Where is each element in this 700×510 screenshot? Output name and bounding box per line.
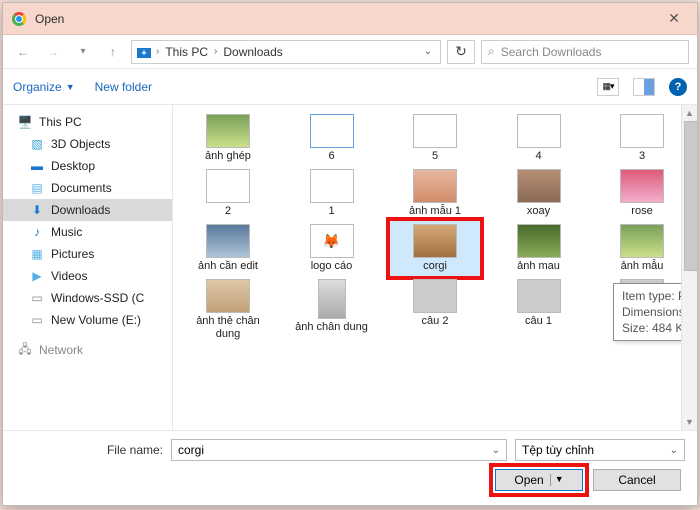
- filename-input[interactable]: corgi ⌄: [171, 439, 507, 461]
- file-item[interactable]: ảnh thẻ chân dung: [183, 276, 273, 344]
- videos-icon: ▶: [29, 268, 45, 284]
- downloads-icon: ⬇: [29, 202, 45, 218]
- open-button[interactable]: Open▼: [495, 469, 583, 491]
- file-item[interactable]: 2: [183, 166, 273, 221]
- nav-back-button[interactable]: ←: [11, 40, 35, 64]
- file-item[interactable]: ảnh mẫu 1: [390, 166, 480, 221]
- tree-item-music[interactable]: ♪Music: [3, 221, 172, 243]
- cancel-button[interactable]: Cancel: [593, 469, 681, 491]
- dialog-body: 🖥️This PC ▧3D Objects ▬Desktop ▤Document…: [3, 105, 697, 430]
- scroll-down-icon[interactable]: ▼: [682, 414, 697, 430]
- tree-item-videos[interactable]: ▶Videos: [3, 265, 172, 287]
- search-icon: ⌕: [488, 44, 495, 59]
- organize-menu[interactable]: Organize▼: [13, 80, 75, 94]
- chevron-down-icon[interactable]: ⌄: [670, 445, 678, 456]
- tree-item-this-pc[interactable]: 🖥️This PC: [3, 111, 172, 133]
- file-item[interactable]: ảnh chân dung: [287, 276, 377, 344]
- dialog-title: Open: [35, 12, 64, 26]
- drive-icon: ▭: [29, 312, 45, 328]
- close-button[interactable]: ✕: [651, 3, 697, 35]
- titlebar: Open ✕: [3, 3, 697, 35]
- file-list: ảnh ghép 6 5 4 3 2 1 ảnh mẫu 1 xoay rose…: [173, 105, 697, 430]
- cube-icon: ▧: [29, 136, 45, 152]
- breadcrumb[interactable]: › This PC › Downloads ⌄: [131, 40, 441, 64]
- documents-icon: ▤: [29, 180, 45, 196]
- file-item[interactable]: 5: [390, 111, 480, 166]
- search-input[interactable]: ⌕ Search Downloads: [481, 40, 689, 64]
- chevron-icon: ›: [212, 46, 219, 57]
- breadcrumb-seg[interactable]: This PC: [163, 45, 210, 59]
- music-icon: ♪: [29, 224, 45, 240]
- pc-icon: 🖥️: [17, 114, 33, 130]
- tree-item-network[interactable]: 🖧Network: [3, 339, 172, 361]
- tree-item-documents[interactable]: ▤Documents: [3, 177, 172, 199]
- scroll-up-icon[interactable]: ▲: [682, 105, 697, 121]
- dialog-footer: File name: corgi ⌄ Tệp tùy chỉnh ⌄ Open▼…: [3, 430, 697, 505]
- file-type-filter[interactable]: Tệp tùy chỉnh ⌄: [515, 439, 685, 461]
- file-item[interactable]: xoay: [494, 166, 584, 221]
- filename-label: File name:: [15, 443, 163, 457]
- file-item[interactable]: 1: [287, 166, 377, 221]
- tree-item-downloads[interactable]: ⬇Downloads: [3, 199, 172, 221]
- tree-item-drive-c[interactable]: ▭Windows-SSD (C: [3, 287, 172, 309]
- file-item[interactable]: câu 1: [494, 276, 584, 344]
- tree-item-desktop[interactable]: ▬Desktop: [3, 155, 172, 177]
- network-icon: 🖧: [17, 342, 33, 358]
- tree-item-pictures[interactable]: ▦Pictures: [3, 243, 172, 265]
- vertical-scrollbar[interactable]: ▲ ▼: [681, 105, 697, 430]
- help-button[interactable]: ?: [669, 78, 687, 96]
- file-item[interactable]: ảnh cần edit: [183, 221, 273, 276]
- file-item[interactable]: ảnh ghép: [183, 111, 273, 166]
- address-bar: ← → ▾ ↑ › This PC › Downloads ⌄ ↻ ⌕ Sear…: [3, 35, 697, 69]
- nav-tree: 🖥️This PC ▧3D Objects ▬Desktop ▤Document…: [3, 105, 173, 430]
- dropdown-split-icon[interactable]: ▼: [550, 474, 564, 486]
- refresh-button[interactable]: ↻: [447, 40, 475, 64]
- file-item[interactable]: 🦊logo cáo: [287, 221, 377, 276]
- view-options-button[interactable]: ▦▾: [597, 78, 619, 96]
- file-item[interactable]: 6: [287, 111, 377, 166]
- open-dialog: Open ✕ ← → ▾ ↑ › This PC › Downloads ⌄ ↻…: [2, 2, 698, 506]
- chevron-down-icon[interactable]: ⌄: [492, 445, 500, 456]
- search-placeholder: Search Downloads: [501, 45, 602, 59]
- preview-pane-button[interactable]: [633, 78, 655, 96]
- chrome-icon: [11, 11, 27, 27]
- file-item[interactable]: ảnh mẫu: [597, 221, 687, 276]
- drive-icon: ▭: [29, 290, 45, 306]
- file-item-selected[interactable]: corgi: [390, 221, 480, 276]
- breadcrumb-seg[interactable]: Downloads: [221, 45, 284, 59]
- download-folder-icon: [136, 44, 152, 60]
- pictures-icon: ▦: [29, 246, 45, 262]
- file-item[interactable]: rose: [597, 166, 687, 221]
- nav-up-icon[interactable]: ↑: [101, 40, 125, 64]
- file-item[interactable]: 4: [494, 111, 584, 166]
- nav-up-button[interactable]: ▾: [71, 40, 95, 64]
- nav-forward-button[interactable]: →: [41, 40, 65, 64]
- toolbar: Organize▼ New folder ▦▾ ?: [3, 69, 697, 105]
- tree-item-drive-e[interactable]: ▭New Volume (E:): [3, 309, 172, 331]
- scroll-thumb[interactable]: [684, 121, 697, 271]
- chevron-down-icon[interactable]: ⌄: [420, 46, 436, 57]
- new-folder-button[interactable]: New folder: [95, 80, 152, 94]
- file-item[interactable]: câu 2: [390, 276, 480, 344]
- tree-item-3d-objects[interactable]: ▧3D Objects: [3, 133, 172, 155]
- desktop-icon: ▬: [29, 158, 45, 174]
- file-item[interactable]: 3: [597, 111, 687, 166]
- file-item[interactable]: ảnh mau: [494, 221, 584, 276]
- chevron-icon: ›: [154, 46, 161, 57]
